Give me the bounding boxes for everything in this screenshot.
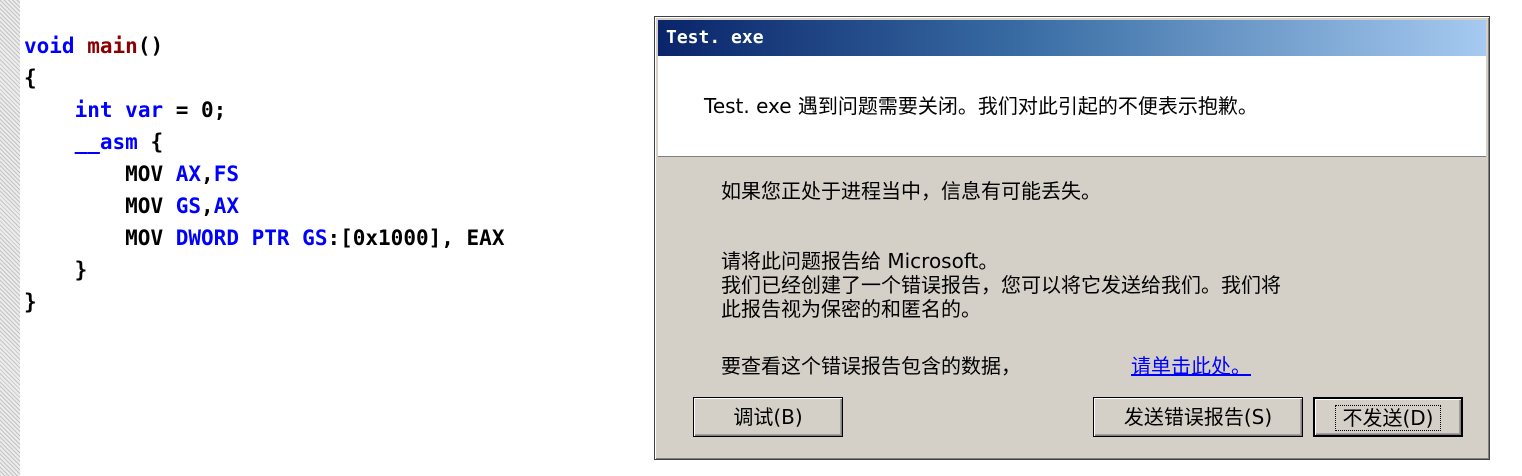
code-opcode: MOV <box>125 226 164 250</box>
code-editor: void main() { int var = 0; __asm { MOV A… <box>24 30 504 318</box>
report-text: 请将此问题报告给 Microsoft。 我们已经创建了一个错误报告，您可以将它发… <box>721 249 1281 321</box>
code-line: } <box>24 254 504 286</box>
editor-gutter <box>0 0 20 476</box>
view-data-text: 要查看这个错误报告包含的数据， <box>721 354 1021 378</box>
code-register: GS <box>175 194 202 218</box>
code-register: DWORD PTR GS <box>175 226 328 250</box>
code-keyword: var <box>125 98 164 122</box>
code-text: } <box>24 258 88 282</box>
debug-button[interactable]: 调试(B) <box>693 397 843 437</box>
code-line: int var = 0; <box>24 94 504 126</box>
code-text: :[0x1000], EAX <box>327 226 505 250</box>
code-text: () <box>137 34 164 58</box>
code-line: __asm { <box>24 126 504 158</box>
code-text: { <box>24 66 37 90</box>
code-opcode: MOV <box>125 194 164 218</box>
code-line: } <box>24 286 504 318</box>
code-line: { <box>24 62 504 94</box>
send-report-button[interactable]: 发送错误报告(S) <box>1093 397 1303 437</box>
code-opcode: MOV <box>125 162 164 186</box>
click-here-link[interactable]: 请单击此处。 <box>1131 354 1251 378</box>
code-line: MOV GS,AX <box>24 190 504 222</box>
error-message: Test. exe 遇到问题需要关闭。我们对此引起的不便表示抱歉。 <box>704 94 1258 118</box>
code-text: , <box>201 194 214 218</box>
code-register: AX <box>213 194 239 218</box>
dont-send-button[interactable]: 不发送(D) <box>1313 397 1463 437</box>
code-text: , <box>201 162 214 186</box>
code-line: void main() <box>24 30 504 62</box>
code-register: AX <box>175 162 202 186</box>
code-keyword: int <box>74 98 113 122</box>
code-line: MOV AX,FS <box>24 158 504 190</box>
info-text: 如果您正处于进程当中，信息有可能丢失。 <box>721 179 1101 203</box>
code-keyword: __asm <box>74 130 138 154</box>
code-function: main <box>87 34 138 58</box>
code-keyword: void <box>24 34 75 58</box>
code-text: { <box>137 130 164 154</box>
dialog-titlebar[interactable]: Test. exe <box>658 20 1486 56</box>
dialog-header: Test. exe 遇到问题需要关闭。我们对此引起的不便表示抱歉。 <box>658 56 1486 157</box>
code-register: FS <box>213 162 239 186</box>
error-dialog: Test. exe Test. exe 遇到问题需要关闭。我们对此引起的不便表示… <box>654 16 1490 460</box>
code-text: } <box>24 290 37 314</box>
code-text: = 0; <box>163 98 227 122</box>
dont-send-label: 不发送(D) <box>1335 405 1441 431</box>
code-line: MOV DWORD PTR GS:[0x1000], EAX <box>24 222 504 254</box>
